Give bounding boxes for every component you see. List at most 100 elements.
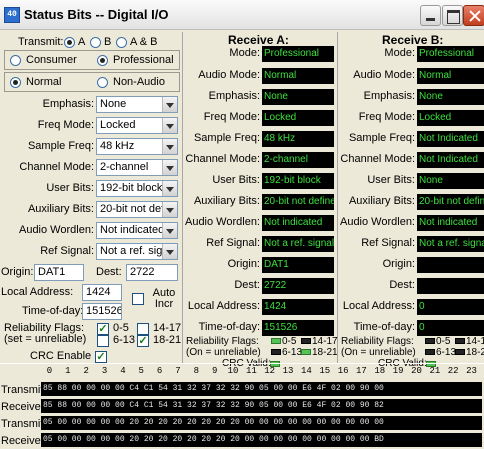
receive-b-auxiliary-bits-label: Auxiliary Bits: (348, 195, 415, 207)
receive-a-sample-freq-label: Sample Freq: (193, 132, 260, 144)
crc-enable-checkbox[interactable]: ✓ (95, 351, 107, 363)
transmit-b-radio[interactable] (90, 37, 101, 48)
receive-a-ref-signal-label: Ref Signal: (206, 237, 260, 249)
hex-byte-index: 16 (337, 366, 349, 376)
time-of-day-field[interactable]: 151526 (82, 303, 122, 320)
chevron-down-icon[interactable] (162, 181, 177, 196)
flag-label: 14-1 (466, 336, 484, 347)
hex-byte-index: 11 (245, 366, 257, 376)
minimize-button[interactable] (420, 5, 441, 26)
chevron-down-icon[interactable] (162, 244, 177, 259)
transmit-ab-radio[interactable] (116, 37, 127, 48)
local-address-label: Local Address: (1, 286, 74, 298)
freq-mode-select[interactable]: Locked (96, 117, 178, 134)
audio-wordlen-select[interactable]: Not indicated (96, 222, 178, 239)
led-on-icon (301, 349, 311, 356)
sample-freq-select[interactable]: 48 kHz (96, 138, 178, 155)
receive-a-emphasis-value: None (262, 89, 334, 105)
receive-b-sample-freq-label: Sample Freq: (348, 132, 415, 144)
receive-b-origin-value (417, 257, 484, 273)
led-off-icon (301, 338, 311, 345)
hex-byte-index: 6 (156, 366, 163, 376)
receive-b-user-bits-label: User Bits: (367, 174, 415, 186)
local-address-field[interactable]: 1424 (82, 284, 122, 301)
panel-divider (337, 32, 338, 364)
normal-radio[interactable] (10, 77, 21, 88)
hex-byte-index: 19 (392, 366, 404, 376)
ref-signal-select[interactable]: Not a ref. sign (96, 243, 178, 260)
receive-a-mode-label: Mode: (229, 47, 260, 59)
flag-label: 14-17 (312, 336, 338, 347)
hex-byte-index: 7 (175, 366, 181, 376)
hex-byte-index: 14 (300, 366, 312, 376)
flag-18-21-label: 18-21 (153, 334, 182, 346)
transmit-label: Transmit: (18, 36, 64, 48)
sample-freq-value: 48 kHz (100, 140, 135, 152)
receive-a-flag-14-17: 14-17 (301, 336, 338, 347)
close-button[interactable] (463, 5, 484, 26)
normal-label: Normal (26, 76, 62, 88)
receive-a-channel-mode-value: 2-channel (262, 152, 334, 168)
hex-byte-index: 23 (466, 366, 477, 376)
flag-18-21-checkbox[interactable]: ✓ (137, 335, 149, 347)
flag-14-17-label: 14-17 (153, 322, 182, 334)
receive-a-flag-6-13: 6-13 (271, 347, 302, 358)
consumer-radio[interactable] (10, 55, 21, 66)
crc-enable-label: CRC Enable (30, 350, 92, 362)
receive-b-reliability-sub: (On = unreliable) (341, 347, 416, 358)
receive-b-user-bits-value: None (417, 173, 484, 189)
receive-b-audio-wordlen-label: Audio Wordlen: (339, 216, 415, 228)
chevron-down-icon[interactable] (162, 160, 177, 175)
hex-byte-index: 4 (120, 366, 126, 376)
auxiliary-bits-select[interactable]: 20-bit not def (96, 201, 178, 218)
hex-byte-index: 20 (411, 366, 422, 376)
chevron-down-icon[interactable] (162, 139, 177, 154)
professional-radio[interactable] (97, 55, 108, 66)
receive-a-channel-mode-label: Channel Mode: (185, 153, 260, 165)
receive-b-origin-label: Origin: (382, 258, 415, 270)
receive-a-audio-mode-value: Normal (262, 68, 334, 84)
status-bits-window: 40 Status Bits -- Digital I/O Transmit: … (0, 0, 484, 449)
chevron-down-icon[interactable] (162, 223, 177, 238)
flag-6-13-checkbox[interactable] (97, 335, 109, 347)
hex-byte-index: 9 (211, 366, 218, 376)
transmit-a-radio[interactable] (64, 37, 75, 48)
flag-0-5-checkbox[interactable]: ✓ (97, 323, 109, 335)
flag-14-17-checkbox[interactable] (137, 323, 149, 335)
emphasis-value: None (100, 98, 127, 110)
title-bar[interactable]: 40 Status Bits -- Digital I/O (0, 0, 484, 30)
receive-a-freq-mode-label: Freq Mode: (203, 111, 260, 123)
time-of-day-label: Time-of-day: (22, 305, 84, 317)
maximize-button[interactable] (442, 5, 463, 26)
receive-b-time-of-day-label: Time-of-day: (353, 321, 415, 333)
receive-a-audio-mode-label: Audio Mode: (198, 69, 260, 81)
auto-incr-checkbox[interactable] (132, 293, 144, 305)
chevron-down-icon[interactable] (162, 97, 177, 112)
receive-b-flag-6-13: 6-13 (425, 347, 456, 358)
receive-b-emphasis-value: None (417, 89, 484, 105)
origin-label: Origin: (1, 266, 34, 278)
flag-label: 18-21 (312, 347, 338, 358)
auxiliary-bits-value: 20-bit not def (100, 203, 165, 215)
emphasis-select[interactable]: None (96, 96, 178, 113)
hex-byte-index: 13 (282, 366, 294, 376)
receive-b-time-of-day-value: 0 (417, 320, 484, 336)
receive-a-auxiliary-bits-label: Auxiliary Bits: (193, 195, 260, 207)
user-bits-select[interactable]: 192-bit block (96, 180, 178, 197)
led-off-icon (455, 349, 465, 356)
dest-field[interactable]: 2722 (126, 264, 178, 281)
chevron-down-icon[interactable] (162, 118, 177, 133)
led-off-icon (271, 349, 281, 356)
receive-a-mode-value: Professional (262, 46, 334, 62)
emphasis-label: Emphasis: (42, 98, 94, 110)
nonaudio-radio[interactable] (97, 77, 108, 88)
freq-mode-value: Locked (100, 119, 136, 131)
channel-mode-select[interactable]: 2-channel (96, 159, 178, 176)
receive-a-flag-18-21: 18-21 (301, 347, 338, 358)
origin-field[interactable]: DAT1 (34, 264, 84, 281)
receive-a-reliability-label: Reliability Flags: (186, 336, 259, 347)
channel-mode-label: Channel Mode: (19, 161, 94, 173)
flag-label: 6-13 (282, 347, 303, 358)
chevron-down-icon[interactable] (162, 202, 177, 217)
receive-b-ref-signal-label: Ref Signal: (361, 237, 415, 249)
